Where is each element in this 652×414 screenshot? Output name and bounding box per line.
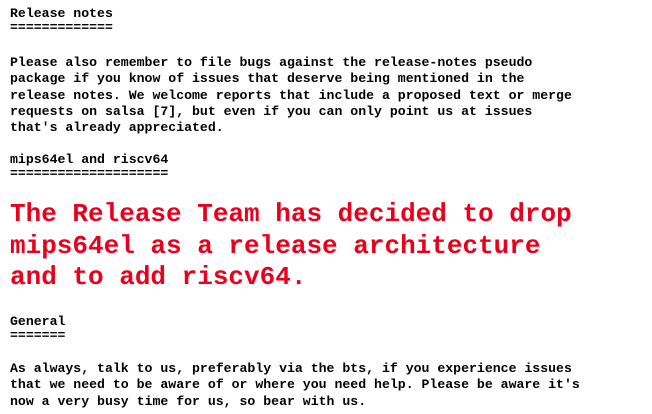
section-underline-release-notes: =============: [10, 20, 113, 35]
architecture-announcement: The Release Team has decided to drop mip…: [10, 199, 572, 294]
paragraph-line: package if you know of issues that deser…: [10, 71, 525, 87]
paragraph-line: now a very busy time for us, so bear wit…: [10, 393, 367, 409]
release-notes-paragraph: Please also remember to file bugs agains…: [10, 55, 572, 136]
paragraph-line: Please also remember to file bugs agains…: [10, 55, 533, 70]
paragraph-line: As always, talk to us, preferably via th…: [10, 361, 572, 376]
announcement-line: mips64el as a release architecture: [10, 230, 541, 261]
paragraph-line: release notes. We welcome reports that i…: [10, 87, 572, 103]
general-paragraph: As always, talk to us, preferably via th…: [10, 361, 580, 410]
paragraph-line: that's already appreciated.: [10, 120, 224, 136]
announcement-line: The Release Team has decided to drop: [10, 199, 572, 229]
paragraph-line: that we need to be aware of or where you…: [10, 377, 580, 393]
section-underline-architectures: ====================: [10, 166, 169, 181]
announcement-line: and to add riscv64.: [10, 262, 307, 292]
paragraph-line: requests on salsa [7], but even if you c…: [10, 103, 533, 119]
section-underline-general: =======: [10, 328, 66, 343]
